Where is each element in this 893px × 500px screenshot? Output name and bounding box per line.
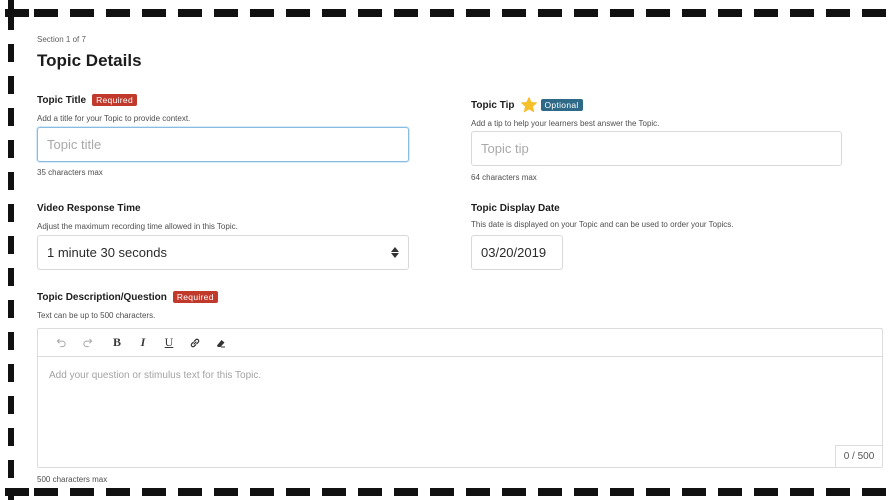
bold-button[interactable]: B bbox=[104, 332, 130, 354]
dashed-border-bottom bbox=[0, 488, 893, 496]
underline-button[interactable]: U bbox=[156, 332, 182, 354]
topic-title-help: Add a title for your Topic to provide co… bbox=[37, 114, 191, 123]
select-arrows-icon bbox=[391, 247, 399, 258]
display-date-label-row: Topic Display Date bbox=[471, 203, 560, 214]
page: Section 1 of 7 Topic Details Topic Title… bbox=[0, 0, 893, 500]
page-title: Topic Details bbox=[37, 51, 142, 70]
link-icon[interactable] bbox=[182, 332, 208, 354]
redo-icon[interactable] bbox=[74, 332, 100, 354]
description-limit: 500 characters max bbox=[37, 475, 108, 484]
character-counter: 0 / 500 bbox=[835, 445, 882, 467]
display-date-label: Topic Display Date bbox=[471, 203, 560, 214]
video-response-time-label: Video Response Time bbox=[37, 203, 141, 214]
topic-title-input[interactable] bbox=[37, 127, 409, 162]
display-date-input[interactable] bbox=[471, 235, 563, 270]
topic-tip-help: Add a tip to help your learners best ans… bbox=[471, 119, 660, 128]
dashed-border-top bbox=[0, 9, 893, 17]
video-response-time-help: Adjust the maximum recording time allowe… bbox=[37, 222, 238, 231]
video-response-time-value: 1 minute 30 seconds bbox=[47, 245, 167, 260]
description-help: Text can be up to 500 characters. bbox=[37, 311, 156, 320]
description-label: Topic Description/Question bbox=[37, 291, 167, 303]
required-badge: Required bbox=[92, 94, 137, 106]
video-response-time-select[interactable]: 1 minute 30 seconds bbox=[37, 235, 409, 270]
topic-tip-input[interactable] bbox=[471, 131, 842, 166]
required-badge: Required bbox=[172, 291, 218, 303]
editor-toolbar: B I U bbox=[38, 329, 882, 357]
topic-title-limit: 35 characters max bbox=[37, 168, 103, 177]
section-progress: Section 1 of 7 bbox=[37, 35, 86, 44]
description-label-row: Topic Description/Question Required bbox=[37, 291, 218, 303]
video-response-time-label-row: Video Response Time bbox=[37, 203, 141, 214]
topic-title-label: Topic Title bbox=[37, 94, 87, 106]
display-date-help: This date is displayed on your Topic and… bbox=[471, 220, 734, 229]
optional-badge: Optional bbox=[540, 99, 583, 111]
topic-tip-limit: 64 characters max bbox=[471, 173, 537, 182]
dashed-border-left bbox=[8, 0, 14, 500]
topic-tip-label: Topic Tip bbox=[471, 99, 515, 111]
topic-title-label-row: Topic Title Required bbox=[37, 94, 137, 106]
italic-button[interactable]: I bbox=[130, 332, 156, 354]
star-icon bbox=[520, 96, 537, 113]
editor-placeholder: Add your question or stimulus text for t… bbox=[49, 370, 262, 381]
topic-tip-label-row: Topic Tip Optional bbox=[471, 96, 583, 114]
eraser-icon[interactable] bbox=[208, 332, 234, 354]
undo-icon[interactable] bbox=[48, 332, 74, 354]
rich-text-editor[interactable]: B I U Add your question or stimulus text… bbox=[37, 328, 883, 468]
